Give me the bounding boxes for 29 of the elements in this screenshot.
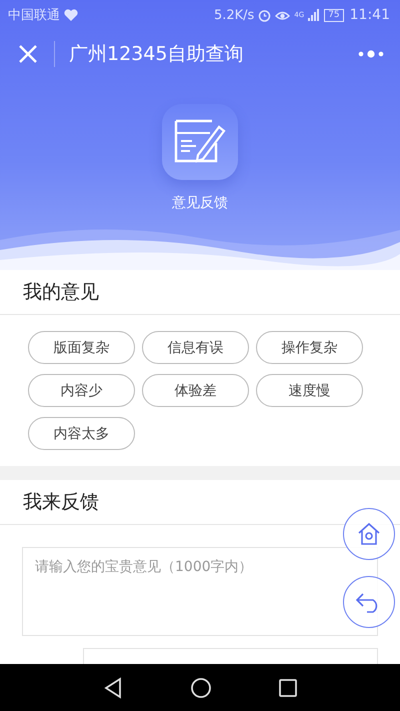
opinion-tag[interactable]: 内容太多 [28, 417, 135, 450]
opinion-tag[interactable]: 内容少 [28, 374, 135, 407]
clock: 11:41 [350, 7, 390, 23]
opinion-tag[interactable]: 信息有误 [142, 331, 249, 364]
back-icon[interactable] [103, 676, 124, 698]
home-icon[interactable] [190, 676, 212, 698]
recents-icon[interactable] [278, 678, 297, 696]
opinion-tag[interactable]: 体验差 [142, 374, 249, 407]
opinion-tag[interactable]: 速度慢 [256, 374, 363, 407]
opinion-tag[interactable]: 操作复杂 [256, 331, 363, 364]
network-speed: 5.2K/s [214, 8, 254, 22]
close-button[interactable] [17, 43, 39, 65]
heart-icon [64, 9, 78, 21]
opinion-tag[interactable]: 版面复杂 [28, 331, 135, 364]
signal-icon [308, 9, 320, 21]
more-button[interactable] [358, 49, 384, 59]
feedback-icon [162, 104, 238, 180]
close-icon [18, 44, 38, 64]
carrier-name: 中国联通 [8, 7, 60, 24]
page-title: 广州12345自助查询 [69, 42, 244, 67]
alarm-icon [258, 8, 272, 22]
feedback-label: 意见反馈 [172, 194, 228, 212]
eye-icon [275, 10, 290, 20]
home-icon [356, 522, 382, 546]
section-title: 我的意见 [23, 280, 99, 305]
more-icon [358, 50, 384, 58]
feedback-input[interactable]: 请输入您的宝贵意见（1000字内） [22, 547, 378, 636]
section-title: 我来反馈 [23, 490, 99, 515]
battery-indicator: 75 [324, 8, 344, 22]
